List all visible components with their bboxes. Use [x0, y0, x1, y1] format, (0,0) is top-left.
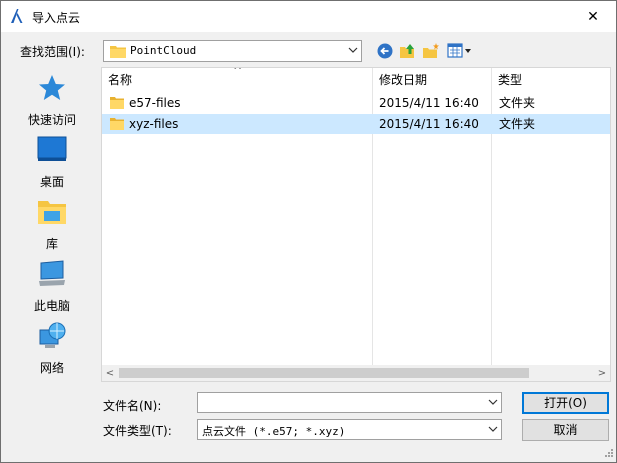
scroll-left-button[interactable]: <: [102, 365, 118, 381]
row-type: 文件夹: [499, 96, 536, 110]
lookin-label: 查找范围(I):: [20, 45, 85, 59]
places-bar: 快速访问 桌面 库 此电脑 网络: [9, 67, 95, 381]
chevron-left-icon: <: [105, 367, 115, 379]
app-logo-icon: [8, 7, 26, 25]
folder-icon: [110, 97, 124, 109]
open-button[interactable]: 打开(O): [522, 392, 609, 414]
file-list: ^ 名称 修改日期 类型 e57-files 2015/4/11 16:40 文…: [101, 67, 611, 382]
place-network[interactable]: 网络: [9, 321, 95, 377]
view-menu-icon[interactable]: [447, 42, 473, 60]
filetype-dropdown[interactable]: 点云文件 (*.e57; *.xyz): [197, 419, 502, 440]
row-date: 2015/4/11 16:40: [379, 96, 479, 110]
folder-icon: [110, 118, 124, 130]
chevron-down-icon: [348, 47, 358, 53]
title-bar: 导入点云 ✕: [1, 1, 616, 32]
cancel-button[interactable]: 取消: [522, 419, 609, 441]
lookin-dropdown[interactable]: PointCloud: [103, 40, 362, 62]
folder-icon: [110, 46, 126, 58]
row-name: xyz-files: [129, 117, 179, 131]
back-icon[interactable]: [376, 42, 394, 60]
resize-grip-icon[interactable]: [602, 448, 614, 460]
filename-label: 文件名(N):: [103, 399, 162, 413]
filename-input[interactable]: [197, 392, 502, 413]
row-date: 2015/4/11 16:40: [379, 117, 479, 131]
computer-icon: [39, 260, 65, 286]
column-header-name[interactable]: 名称: [102, 68, 372, 92]
horizontal-scrollbar[interactable]: < >: [102, 365, 610, 381]
place-this-pc[interactable]: 此电脑: [9, 259, 95, 315]
window-title: 导入点云: [32, 11, 81, 25]
table-row[interactable]: e57-files 2015/4/11 16:40 文件夹: [102, 93, 610, 113]
close-icon: ✕: [587, 8, 599, 25]
filetype-value: 点云文件 (*.e57; *.xyz): [202, 425, 346, 438]
import-pointcloud-dialog: 导入点云 ✕ 查找范围(I): PointCloud 快速访问 桌面 库 此电脑…: [0, 0, 617, 463]
row-name: e57-files: [129, 96, 181, 110]
chevron-right-icon: >: [597, 367, 607, 379]
desktop-icon: [37, 136, 67, 161]
place-desktop[interactable]: 桌面: [9, 135, 95, 191]
up-folder-icon[interactable]: [399, 42, 417, 60]
chevron-down-icon[interactable]: [488, 397, 498, 407]
place-quick-access[interactable]: 快速访问: [9, 73, 95, 129]
column-header-type[interactable]: 类型: [492, 68, 610, 92]
column-header-date[interactable]: 修改日期: [373, 68, 491, 92]
star-icon: [39, 75, 65, 100]
filetype-label: 文件类型(T):: [103, 424, 172, 438]
table-row-selected[interactable]: xyz-files 2015/4/11 16:40 文件夹: [102, 114, 610, 134]
library-icon: [38, 201, 66, 224]
scroll-right-button[interactable]: >: [594, 365, 610, 381]
row-type: 文件夹: [499, 117, 536, 131]
close-button[interactable]: ✕: [570, 1, 616, 32]
lookin-value: PointCloud: [130, 44, 197, 57]
new-folder-icon[interactable]: [422, 42, 440, 60]
chevron-down-icon: [488, 426, 498, 432]
network-icon: [39, 322, 66, 348]
place-library[interactable]: 库: [9, 197, 95, 253]
scrollbar-thumb[interactable]: [119, 368, 529, 378]
